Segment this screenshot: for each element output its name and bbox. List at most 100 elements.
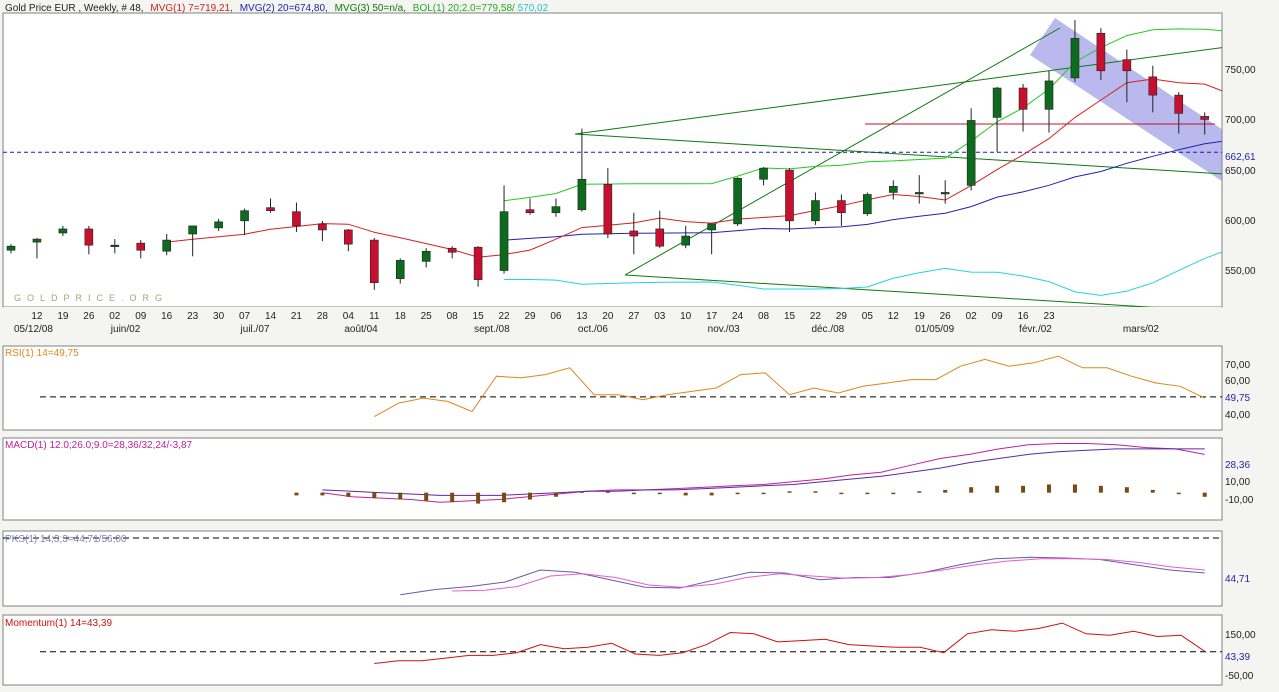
header-mvg3: MVG(3) 50=n/a,: [335, 3, 406, 14]
candle-body: [525, 209, 535, 214]
candle-body: [473, 246, 483, 280]
x-tick-label: 20: [602, 311, 614, 322]
x-tick-label: 19: [914, 311, 926, 322]
candle-body: [318, 223, 327, 231]
momentum-panel: [2, 614, 1223, 686]
candle-body: [1148, 76, 1158, 96]
macd-histogram-bar: [502, 492, 507, 503]
x-tick-label: 23: [1043, 311, 1055, 322]
macd-histogram-bar: [865, 492, 870, 495]
candle-body: [162, 239, 171, 252]
x-month-label: févr./02: [1019, 324, 1052, 335]
candle-body: [499, 211, 509, 271]
candle-body: [84, 228, 94, 246]
x-tick-label: 30: [213, 311, 225, 322]
x-tick-label: 10: [680, 311, 692, 322]
candle-body: [6, 245, 16, 251]
candle-body: [266, 207, 275, 211]
candle-body: [863, 194, 872, 215]
x-month-label: mars/02: [1123, 324, 1160, 335]
rsi-label: RSI(1) 14=49,75: [5, 348, 79, 359]
macd-histogram-bar: [631, 492, 636, 495]
x-tick-label: 08: [447, 311, 459, 322]
x-tick-label: 23: [187, 311, 199, 322]
macd-histogram-bar: [579, 491, 584, 493]
candle-body: [655, 228, 665, 247]
candle-body: [344, 229, 353, 245]
macd-histogram-bar: [398, 492, 403, 500]
x-tick-label: 05: [862, 311, 874, 322]
rsi-tick: 70,00: [1225, 360, 1250, 371]
x-month-label: 05/12/08: [14, 324, 53, 335]
x-tick-label: 27: [628, 311, 640, 322]
x-month-label: nov./03: [708, 324, 740, 335]
candle-body: [188, 225, 197, 235]
price-chart: 12 19 26 02 09 16 23 30 07 14 21 28 04 11 18 25 08 15 22 29…: [2, 3, 1256, 686]
x-tick-label: 21: [291, 311, 303, 322]
candle-body: [785, 169, 794, 222]
x-month-label: 01/05/09: [915, 324, 954, 335]
x-tick-label: 19: [57, 311, 69, 322]
price-tick: 600,00: [1225, 216, 1256, 227]
x-tick-label: 03: [654, 311, 666, 322]
candle-body: [421, 250, 431, 262]
candle-body: [940, 192, 950, 195]
rsi-tick: 40,00: [1225, 410, 1250, 421]
macd-histogram-bar: [1072, 484, 1077, 493]
header-bol-low: 570,02: [518, 3, 549, 14]
candle-body: [369, 239, 379, 283]
x-tick-label: 29: [836, 311, 848, 322]
x-tick-label: 22: [498, 311, 510, 322]
x-tick-label: 08: [758, 311, 770, 322]
x-tick-label: 09: [135, 311, 147, 322]
price-tick: 550,00: [1225, 266, 1256, 277]
macd-histogram-bar: [995, 485, 1000, 493]
candle-body: [1018, 87, 1028, 110]
momentum-label: Momentum(1) 14=43,39: [5, 618, 112, 629]
macd-histogram-bar: [683, 492, 688, 496]
candle-body: [395, 260, 405, 279]
macd-histogram-bar: [320, 492, 325, 496]
rsi-panel: [2, 345, 1223, 431]
x-tick-label: 13: [576, 311, 588, 322]
candle-body: [707, 223, 716, 231]
x-tick-label: 14: [265, 311, 277, 322]
macd-histogram-bar: [969, 487, 974, 493]
x-tick-label: 18: [395, 311, 407, 322]
x-tick-label: 11: [369, 311, 380, 322]
candle-body: [447, 247, 457, 253]
price-tick: 700,00: [1225, 115, 1256, 126]
x-tick-label: 26: [83, 311, 95, 322]
macd-histogram-bar: [372, 492, 377, 499]
x-tick-label: 22: [810, 311, 822, 322]
macd-histogram-bar: [839, 492, 844, 495]
x-tick-label: 15: [784, 311, 796, 322]
x-month-label: déc./08: [811, 324, 844, 335]
macd-histogram-bar: [787, 491, 792, 493]
candle-body: [681, 235, 691, 246]
x-tick-label: 29: [524, 311, 536, 322]
x-tick-label: 24: [732, 311, 744, 322]
candle-body: [1174, 94, 1184, 114]
momentum-tick: -50,00: [1225, 671, 1254, 682]
macd-histogram-bar: [450, 492, 455, 503]
x-month-label: juin/02: [110, 324, 141, 335]
x-tick-label: 06: [550, 311, 562, 322]
candle-body: [992, 87, 1002, 118]
x-tick-label: 02: [966, 311, 978, 322]
candle-body: [811, 200, 820, 222]
x-month-label: sept./08: [474, 324, 510, 335]
macd-histogram-bar: [657, 492, 662, 495]
macd-tick: -10,00: [1225, 495, 1254, 506]
x-month-label: août/04: [344, 324, 378, 335]
macd-histogram-bar: [346, 492, 351, 497]
price-tick: 650,00: [1225, 166, 1256, 177]
macd-histogram-bar: [761, 492, 766, 495]
candle-body: [214, 221, 223, 229]
macd-histogram-bar: [1124, 487, 1129, 493]
watermark: GOLDPRICE.ORG: [14, 293, 168, 303]
macd-histogram-bar: [735, 492, 740, 495]
candle-body: [1122, 59, 1132, 72]
header-line: Gold Price EUR , Weekly, # 48, MVG(1) 7=…: [5, 3, 549, 14]
x-tick-label: 12: [31, 311, 43, 322]
